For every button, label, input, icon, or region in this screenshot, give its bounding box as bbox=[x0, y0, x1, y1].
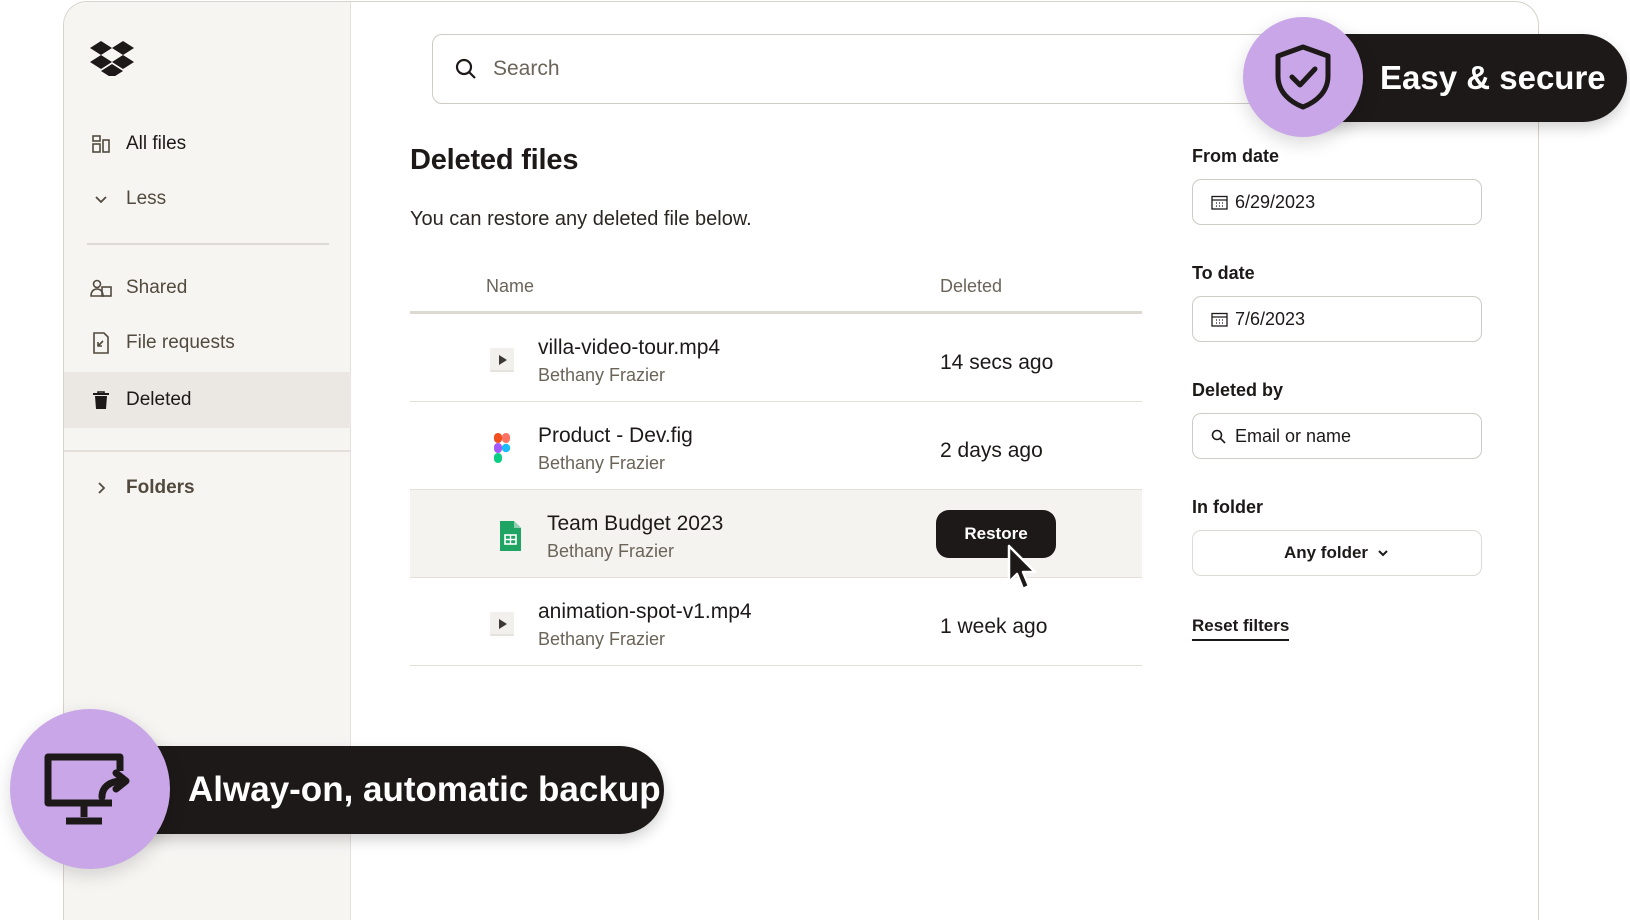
chevron-down-icon bbox=[1378, 550, 1388, 557]
deleted-by-label: Deleted by bbox=[1192, 380, 1284, 400]
table-row[interactable]: villa-video-tour.mp4 Bethany Frazier 14 … bbox=[410, 314, 1142, 402]
page-title: Deleted files bbox=[410, 144, 579, 176]
backup-callout: Alway-on, automatic backup bbox=[100, 746, 664, 834]
file-request-icon bbox=[90, 332, 112, 354]
dropbox-logo-icon[interactable] bbox=[90, 40, 134, 76]
from-date-field[interactable]: 6/29/2023 bbox=[1192, 179, 1482, 225]
sidebar-item-label: Less bbox=[126, 188, 167, 209]
shield-check-icon bbox=[1275, 44, 1331, 110]
deleted-time: 2 days ago bbox=[940, 439, 1043, 462]
search-input[interactable]: Search bbox=[432, 34, 1312, 104]
file-owner: Bethany Frazier bbox=[538, 629, 666, 649]
file-name[interactable]: Product - Dev.fig bbox=[538, 424, 693, 448]
deleted-files-table: Name Deleted villa-video-tour.mp4 Bethan… bbox=[410, 260, 1142, 666]
page-subtitle: You can restore any deleted file below. bbox=[410, 208, 752, 230]
shield-badge bbox=[1243, 17, 1363, 137]
sidebar-item-all-files[interactable]: All files bbox=[64, 116, 351, 172]
from-date-label: From date bbox=[1192, 146, 1280, 166]
table-row[interactable]: Product - Dev.fig Bethany Frazier 2 days… bbox=[410, 402, 1142, 490]
in-folder-value: Any folder bbox=[1283, 543, 1369, 562]
video-file-icon bbox=[490, 612, 514, 636]
in-folder-label: In folder bbox=[1192, 497, 1263, 517]
sidebar-item-shared[interactable]: Shared bbox=[64, 260, 351, 316]
file-owner: Bethany Frazier bbox=[538, 453, 666, 473]
table-header: Name Deleted bbox=[410, 260, 1142, 314]
reset-filters-link[interactable]: Reset filters bbox=[1192, 616, 1290, 641]
chevron-down-icon bbox=[90, 188, 112, 210]
column-header-name[interactable]: Name bbox=[486, 276, 534, 297]
file-name[interactable]: Team Budget 2023 bbox=[547, 512, 723, 536]
file-owner: Bethany Frazier bbox=[547, 541, 675, 561]
sidebar-item-label: Folders bbox=[126, 477, 195, 498]
figma-file-icon bbox=[494, 433, 511, 463]
column-header-deleted[interactable]: Deleted bbox=[940, 276, 1002, 297]
sidebar-item-label: All files bbox=[126, 133, 187, 154]
backup-badge bbox=[10, 709, 170, 869]
search-placeholder: Search bbox=[493, 57, 560, 80]
trash-icon bbox=[90, 389, 112, 411]
file-owner: Bethany Frazier bbox=[538, 365, 666, 385]
from-date-value: 6/29/2023 bbox=[1235, 191, 1316, 212]
search-icon bbox=[1211, 427, 1229, 445]
sidebar-item-label: Deleted bbox=[126, 389, 192, 410]
to-date-field[interactable]: 7/6/2023 bbox=[1192, 296, 1482, 342]
shared-icon bbox=[90, 277, 112, 299]
sidebar-item-label: Shared bbox=[126, 277, 188, 298]
file-name[interactable]: animation-spot-v1.mp4 bbox=[538, 600, 752, 624]
sidebar-divider bbox=[87, 243, 329, 245]
sidebar-item-folders[interactable]: Folders bbox=[64, 460, 351, 516]
file-name[interactable]: villa-video-tour.mp4 bbox=[538, 336, 720, 360]
spreadsheet-file-icon bbox=[500, 521, 521, 551]
sidebar-divider bbox=[64, 450, 351, 452]
monitor-upload-icon bbox=[44, 753, 130, 825]
all-files-icon bbox=[90, 133, 112, 155]
callout-label: Easy & secure bbox=[1380, 59, 1606, 96]
to-date-value: 7/6/2023 bbox=[1235, 308, 1306, 329]
video-file-icon bbox=[490, 348, 514, 372]
sidebar-item-label: File requests bbox=[126, 332, 235, 353]
table-row[interactable]: animation-spot-v1.mp4 Bethany Frazier 1 … bbox=[410, 578, 1142, 666]
sidebar-item-file-requests[interactable]: File requests bbox=[64, 315, 351, 371]
search-icon bbox=[455, 58, 476, 79]
to-date-label: To date bbox=[1192, 263, 1255, 283]
deleted-by-placeholder: Email or name bbox=[1235, 425, 1352, 446]
sidebar-item-deleted[interactable]: Deleted bbox=[64, 372, 351, 428]
chevron-right-icon bbox=[90, 477, 112, 499]
calendar-icon bbox=[1211, 310, 1229, 328]
callout-label: Alway-on, automatic backup bbox=[188, 770, 661, 809]
calendar-icon bbox=[1211, 193, 1229, 211]
table-row[interactable]: Team Budget 2023 Bethany Frazier Restore bbox=[410, 490, 1142, 591]
deleted-by-input[interactable]: Email or name bbox=[1192, 413, 1482, 459]
sidebar-item-less[interactable]: Less bbox=[64, 171, 351, 227]
in-folder-select[interactable]: Any folder bbox=[1192, 530, 1482, 576]
deleted-time: 1 week ago bbox=[940, 615, 1048, 638]
deleted-time: 14 secs ago bbox=[940, 351, 1054, 374]
